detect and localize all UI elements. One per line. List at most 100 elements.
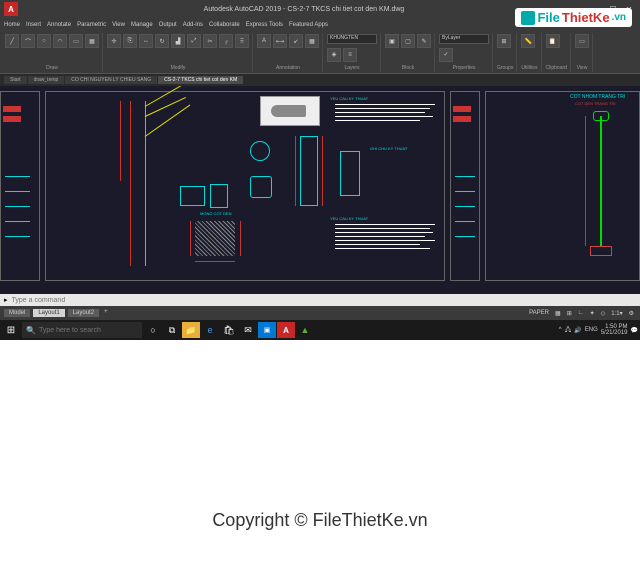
arc-tool[interactable]: ◠	[53, 34, 67, 48]
add-layout-button[interactable]: +	[102, 309, 110, 317]
tray-volume-icon[interactable]: 🔊	[574, 327, 581, 334]
panel-clipboard-label: Clipboard	[546, 65, 567, 71]
file-tab-3[interactable]: CS-2-7 TKCS chi tiet cot den KM	[158, 76, 243, 84]
circle-tool[interactable]: ○	[37, 34, 51, 48]
search-input[interactable]	[39, 327, 138, 334]
ribbon-tab-parametric[interactable]: Parametric	[77, 22, 106, 28]
line-tool[interactable]: ╱	[5, 34, 19, 48]
app-icon-2[interactable]: ▲	[296, 322, 314, 338]
autocad-taskbar-icon[interactable]: A	[277, 322, 295, 338]
search-icon: 🔍	[26, 326, 36, 335]
ribbon-tab-featured[interactable]: Featured Apps	[289, 22, 328, 28]
app-logo[interactable]: A	[4, 2, 18, 16]
layout1-tab[interactable]: Layout1	[33, 309, 64, 317]
mirror-tool[interactable]: ▟	[171, 34, 185, 48]
create-block[interactable]: ▢	[401, 34, 415, 48]
edit-block[interactable]: ✎	[417, 34, 431, 48]
tray-up-icon[interactable]: ^	[559, 327, 562, 333]
drawing-canvas[interactable]: YEU CAU KY THUAT GHI CHU KY THUAT MONG C…	[0, 86, 640, 294]
match-props[interactable]: ✓	[439, 48, 453, 62]
ribbon-tab-manage[interactable]: Manage	[131, 22, 153, 28]
view-base[interactable]: ▭	[575, 34, 589, 48]
ribbon-tab-insert[interactable]: Insert	[26, 22, 41, 28]
store-icon[interactable]: 🛍	[220, 322, 238, 338]
statusbar: Model Layout1 Layout2 + PAPER ▦ ⊞ ∟ ✦ ◇ …	[0, 306, 640, 320]
panel-annotation: A ⟷ ↙ ▦ Annotation	[254, 33, 323, 72]
command-input[interactable]	[12, 297, 636, 304]
prop-combo[interactable]: ByLayer	[439, 34, 489, 44]
polar-toggle[interactable]: ✦	[588, 310, 597, 317]
polyline-tool[interactable]: ⌒	[21, 34, 35, 48]
osnap-toggle[interactable]: ◇	[599, 310, 608, 317]
file-tab-2[interactable]: CO CHI NGUYEN LY CHIEU SANG	[65, 76, 157, 84]
measure-tool[interactable]: 📏	[521, 34, 535, 48]
taskview-icon[interactable]: ⧉	[163, 322, 181, 338]
panel-annotation-label: Annotation	[257, 65, 319, 71]
tray-date: 5/21/2019	[601, 330, 628, 336]
move-tool[interactable]: ✢	[107, 34, 121, 48]
ribbon-tab-addins[interactable]: Add-ins	[183, 22, 203, 28]
panel-block: ▣ ▢ ✎ Block	[382, 33, 435, 72]
ortho-toggle[interactable]: ∟	[576, 310, 586, 316]
panel-modify-label: Modify	[107, 65, 249, 71]
layer-combo[interactable]: KHUNGTEN	[327, 34, 377, 44]
group-tool[interactable]: ⊞	[497, 34, 511, 48]
file-tab-1[interactable]: draw_temp	[28, 76, 65, 84]
scale-tool[interactable]: ⤢	[187, 34, 201, 48]
paste-tool[interactable]: 📋	[546, 34, 560, 48]
ribbon-tab-annotate[interactable]: Annotate	[47, 22, 71, 28]
dwg-title-1: YEU CAU KY THUAT	[330, 96, 368, 101]
array-tool[interactable]: ⠿	[235, 34, 249, 48]
panel-layers-label: Layers	[327, 65, 377, 71]
ribbon-tab-home[interactable]: Home	[4, 22, 20, 28]
command-line[interactable]: ▸	[0, 294, 640, 306]
insert-block[interactable]: ▣	[385, 34, 399, 48]
ribbon-tab-collaborate[interactable]: Collaborate	[209, 22, 240, 28]
ribbon: ╱ ⌒ ○ ◠ ▭ ▦ Draw ✢ ⎘ ↔ ↻ ▟ ⤢ ✂ ╭ ⠿ Modif…	[0, 32, 640, 74]
panel-view-label: View	[575, 65, 589, 71]
sheet-title: COT NHOM TRANG TRI	[570, 94, 625, 100]
rect-tool[interactable]: ▭	[69, 34, 83, 48]
tray-notifications-icon[interactable]: 💬	[631, 327, 638, 334]
text-tool[interactable]: A	[257, 34, 271, 48]
panel-block-label: Block	[385, 65, 431, 71]
table-tool[interactable]: ▦	[305, 34, 319, 48]
layer-match[interactable]: ≡	[343, 48, 357, 62]
leader-tool[interactable]: ↙	[289, 34, 303, 48]
paper-toggle[interactable]: PAPER	[527, 310, 551, 316]
file-tabs: Start draw_temp CO CHI NGUYEN LY CHIEU S…	[0, 74, 640, 86]
mail-icon[interactable]: ✉	[239, 322, 257, 338]
cortana-icon[interactable]: ○	[144, 322, 162, 338]
snap-toggle[interactable]: ⊞	[565, 310, 574, 317]
photos-icon[interactable]: ▣	[258, 322, 276, 338]
ribbon-tab-view[interactable]: View	[112, 22, 125, 28]
model-tab[interactable]: Model	[4, 309, 30, 317]
dim-tool[interactable]: ⟷	[273, 34, 287, 48]
copyright-text: Copyright © FileThietKe.vn	[0, 510, 640, 531]
panel-properties: ByLayer ✓ Properties	[436, 33, 493, 72]
panel-utilities-label: Utilities	[521, 65, 537, 71]
ribbon-tab-express[interactable]: Express Tools	[246, 22, 283, 28]
panel-utilities: 📏 Utilities	[518, 33, 541, 72]
ribbon-tab-output[interactable]: Output	[159, 22, 177, 28]
tray-network-icon[interactable]: 🖧	[565, 325, 572, 335]
search-box[interactable]: 🔍	[22, 322, 142, 338]
explorer-icon[interactable]: 📁	[182, 322, 200, 338]
tray-lang[interactable]: ENG	[585, 327, 598, 333]
taskbar: ⊞ 🔍 ○ ⧉ 📁 e 🛍 ✉ ▣ A ▲ ^ 🖧 🔊 ENG 1:50 PM …	[0, 320, 640, 340]
trim-tool[interactable]: ✂	[203, 34, 217, 48]
scale-combo[interactable]: 1:1▾	[609, 310, 624, 317]
rotate-tool[interactable]: ↻	[155, 34, 169, 48]
layout2-tab[interactable]: Layout2	[68, 309, 99, 317]
layer-props[interactable]: ◈	[327, 48, 341, 62]
file-tab-start[interactable]: Start	[4, 76, 27, 84]
edge-icon[interactable]: e	[201, 322, 219, 338]
fillet-tool[interactable]: ╭	[219, 34, 233, 48]
settings-icon[interactable]: ⚙	[627, 310, 636, 317]
stretch-tool[interactable]: ↔	[139, 34, 153, 48]
start-button[interactable]: ⊞	[2, 322, 20, 338]
grid-toggle[interactable]: ▦	[553, 310, 563, 317]
panel-draw: ╱ ⌒ ○ ◠ ▭ ▦ Draw	[2, 33, 103, 72]
hatch-tool[interactable]: ▦	[85, 34, 99, 48]
copy-tool[interactable]: ⎘	[123, 34, 137, 48]
